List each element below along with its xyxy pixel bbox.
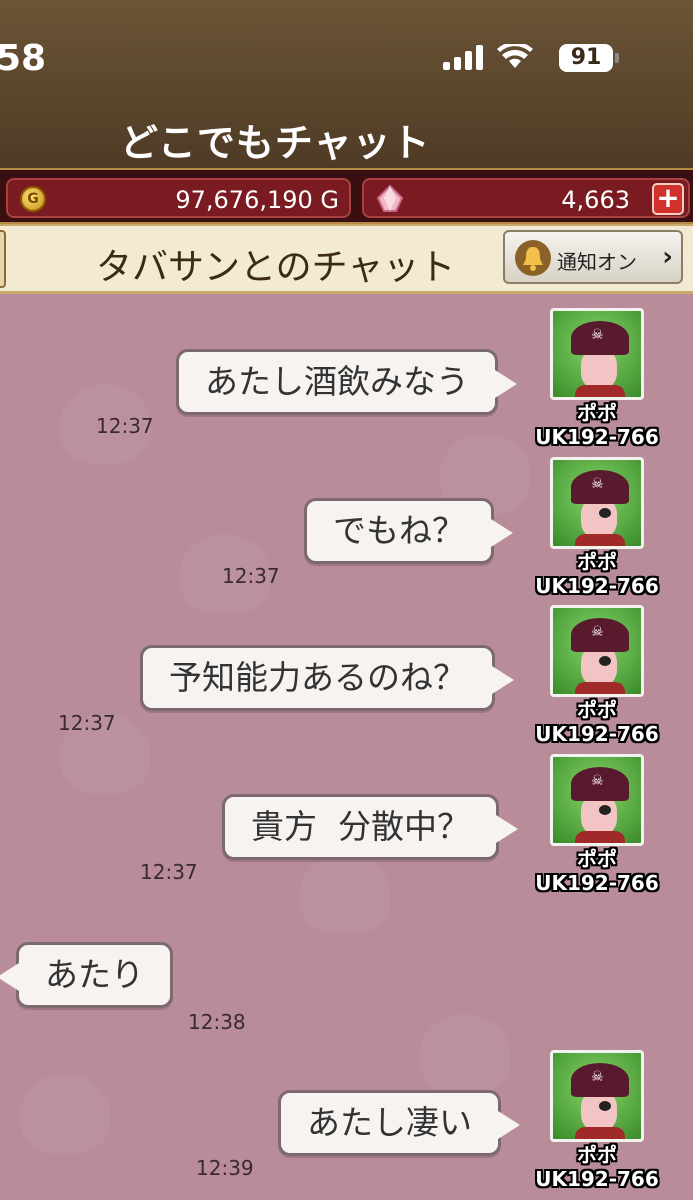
app-header: 58 91 どこでもチャット — [0, 0, 693, 168]
gold-coin-icon: G — [20, 186, 46, 212]
message-time: 12:37 — [58, 711, 116, 735]
sender-id: UK192-766 — [535, 722, 659, 746]
battery-indicator: 91 — [559, 44, 613, 72]
sender-avatar[interactable]: ☠ — [550, 457, 644, 549]
message-bubble[interactable]: でもね？ — [304, 498, 513, 564]
bubble-tail — [495, 815, 518, 843]
message-text: あたし凄い — [307, 1103, 472, 1142]
gold-counter: G 97,676,190 G — [6, 178, 351, 218]
chevron-right-icon: › — [662, 242, 673, 272]
battery-tip — [615, 53, 619, 63]
sender-name: ポポ — [577, 698, 617, 722]
background-pattern — [420, 1014, 510, 1094]
sender-id: UK192-766 — [535, 871, 659, 895]
sender-avatar[interactable]: ☠ — [550, 605, 644, 697]
gold-value: 97,676,190 G — [175, 186, 339, 214]
sender-id: UK192-766 — [535, 425, 659, 449]
message-bubble[interactable]: あたし凄い — [278, 1090, 520, 1156]
currency-bar: G 97,676,190 G 4,663 + — [0, 168, 693, 224]
sender-id: UK192-766 — [535, 1167, 659, 1191]
gem-counter: 4,663 + — [362, 178, 690, 218]
chat-header: タバサンとのチャット 通知オン › — [0, 224, 693, 294]
back-tab[interactable] — [0, 230, 6, 288]
sender-id: UK192-766 — [535, 574, 659, 598]
message-text: あたり — [45, 955, 144, 994]
bubble-tail — [495, 370, 517, 398]
sender-name: ポポ — [577, 550, 617, 574]
wifi-icon — [497, 44, 533, 68]
message-time: 12:37 — [96, 414, 154, 438]
screen-title: どこでもチャット — [120, 121, 431, 165]
gem-icon — [376, 184, 404, 212]
message-text: あたし酒飲みなう — [205, 362, 469, 401]
message-text: 予知能力あるのね？ — [169, 658, 466, 697]
notify-label: 通知オン — [557, 250, 637, 274]
bubble-tail — [0, 963, 19, 991]
sender-avatar[interactable]: ☠ — [550, 308, 644, 400]
status-time: 58 — [0, 38, 47, 79]
signal-icon — [443, 44, 483, 70]
status-icons — [443, 44, 533, 70]
bubble-tail — [491, 519, 513, 547]
bubble-tail — [492, 666, 514, 694]
chat-title: タバサンとのチャット — [96, 247, 456, 288]
message-bubble-incoming[interactable]: あたり — [0, 942, 173, 1008]
sender-name: ポポ — [577, 847, 617, 871]
message-bubble[interactable]: あたし酒飲みなう — [176, 349, 517, 415]
message-time: 12:37 — [222, 564, 280, 588]
add-gems-button[interactable]: + — [652, 183, 684, 215]
bell-icon — [515, 240, 551, 276]
bubble-tail — [498, 1111, 520, 1139]
message-time: 12:38 — [188, 1010, 246, 1034]
message-time: 12:37 — [140, 860, 198, 884]
message-bubble[interactable]: 予知能力あるのね？ — [140, 645, 514, 711]
message-text: でもね？ — [333, 511, 465, 550]
background-pattern — [20, 1074, 110, 1154]
notification-toggle-button[interactable]: 通知オン › — [503, 230, 683, 284]
sender-avatar[interactable]: ☠ — [550, 1050, 644, 1142]
message-time: 12:39 — [196, 1156, 254, 1180]
message-text: 貴方 分散中？ — [251, 807, 470, 846]
chat-message-list[interactable]: あたし酒飲みなう 12:37 ☠ ポポ UK192-766 でもね？ 12:37… — [0, 294, 693, 1200]
sender-name: ポポ — [577, 401, 617, 425]
sender-name: ポポ — [577, 1143, 617, 1167]
message-bubble[interactable]: 貴方 分散中？ — [222, 794, 518, 860]
background-pattern — [300, 854, 390, 934]
gem-value: 4,663 — [561, 186, 630, 214]
sender-avatar[interactable]: ☠ — [550, 754, 644, 846]
